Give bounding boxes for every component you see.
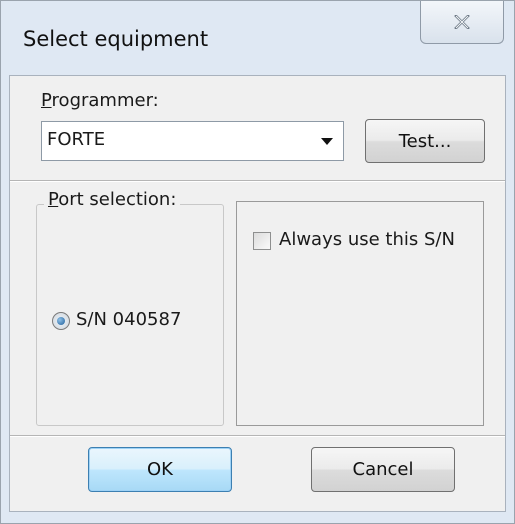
programmer-select[interactable]: FORTE [41,121,344,161]
close-button[interactable] [420,1,504,44]
test-button-label: Test... [398,130,452,152]
dialog-window: Select equipment Programmer: FORTE Test.… [0,0,515,524]
cancel-button-label: Cancel [352,459,414,480]
title-bar[interactable]: Select equipment [1,1,514,74]
cancel-button[interactable]: Cancel [311,447,455,492]
options-panel: Always use this S/N [236,201,484,426]
programmer-select-value: FORTE [47,129,106,150]
port-radio-button[interactable] [52,312,70,330]
always-use-checkbox[interactable] [253,232,271,250]
ok-button[interactable]: OK [88,447,232,492]
separator-top [10,180,505,182]
ok-button-label: OK [147,459,173,480]
close-icon [454,15,470,29]
port-selection-label: Port selection: [44,189,181,210]
dialog-client-area: Programmer: FORTE Test... Port selection… [9,75,506,512]
radio-selected-dot [57,317,65,325]
separator-bottom [10,435,505,437]
chevron-down-icon [321,138,333,145]
test-button[interactable]: Test... [365,119,485,163]
port-radio-label[interactable]: S/N 040587 [76,309,181,330]
port-selection-label-rest: ort selection: [58,189,177,210]
always-use-label[interactable]: Always use this S/N [279,229,455,250]
dialog-title: Select equipment [23,27,209,51]
programmer-label-rest: rogrammer: [51,90,159,111]
programmer-label: Programmer: [41,90,159,111]
